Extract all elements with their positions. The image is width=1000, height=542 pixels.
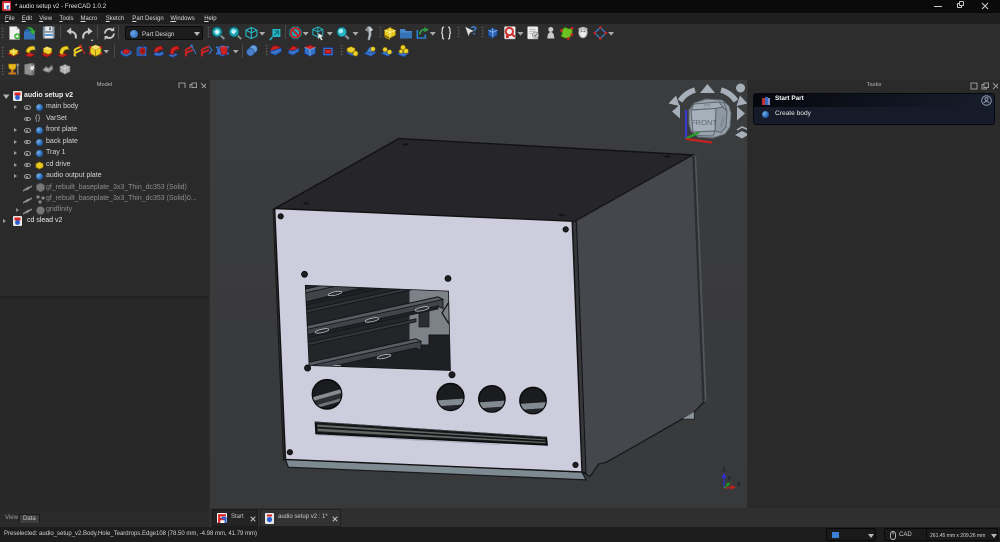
svg-text:Z: Z — [722, 468, 725, 474]
svg-text:FRONT: FRONT — [691, 118, 717, 127]
svg-text:Y: Y — [728, 477, 732, 483]
svg-text:TOP: TOP — [703, 104, 711, 108]
svg-text:X: X — [737, 482, 741, 488]
